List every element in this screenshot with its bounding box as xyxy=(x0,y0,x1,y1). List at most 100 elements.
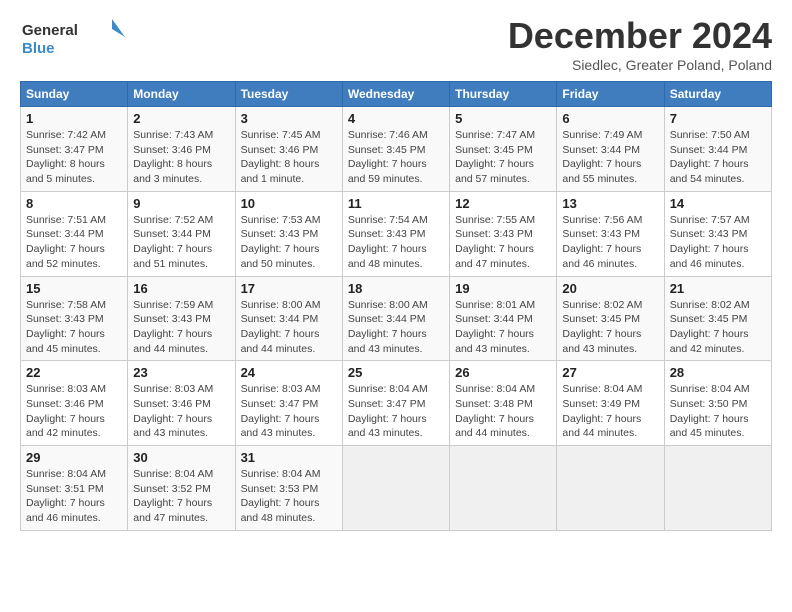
day-cell-13: 13 Sunrise: 7:56 AM Sunset: 3:43 PM Dayli… xyxy=(557,191,664,276)
day-cell-1: 1 Sunrise: 7:42 AM Sunset: 3:47 PM Daylig… xyxy=(21,107,128,192)
day-number-2: 2 xyxy=(133,111,229,126)
day-info-31: Sunrise: 8:04 AM Sunset: 3:53 PM Dayligh… xyxy=(241,467,337,526)
day-info-27: Sunrise: 8:04 AM Sunset: 3:49 PM Dayligh… xyxy=(562,382,658,441)
day-cell-24: 24 Sunrise: 8:03 AM Sunset: 3:47 PM Dayli… xyxy=(235,361,342,446)
day-cell-10: 10 Sunrise: 7:53 AM Sunset: 3:43 PM Dayli… xyxy=(235,191,342,276)
day-cell-6: 6 Sunrise: 7:49 AM Sunset: 3:44 PM Daylig… xyxy=(557,107,664,192)
day-number-16: 16 xyxy=(133,281,229,296)
day-cell-12: 12 Sunrise: 7:55 AM Sunset: 3:43 PM Dayli… xyxy=(450,191,557,276)
header-day-saturday: Saturday xyxy=(664,82,771,107)
day-info-20: Sunrise: 8:02 AM Sunset: 3:45 PM Dayligh… xyxy=(562,298,658,357)
day-number-1: 1 xyxy=(26,111,122,126)
location: Siedlec, Greater Poland, Poland xyxy=(508,57,772,73)
day-info-12: Sunrise: 7:55 AM Sunset: 3:43 PM Dayligh… xyxy=(455,213,551,272)
day-info-14: Sunrise: 7:57 AM Sunset: 3:43 PM Dayligh… xyxy=(670,213,766,272)
header-day-tuesday: Tuesday xyxy=(235,82,342,107)
month-title: December 2024 xyxy=(508,15,772,57)
day-number-12: 12 xyxy=(455,196,551,211)
header-row: SundayMondayTuesdayWednesdayThursdayFrid… xyxy=(21,82,772,107)
day-number-22: 22 xyxy=(26,365,122,380)
day-info-2: Sunrise: 7:43 AM Sunset: 3:46 PM Dayligh… xyxy=(133,128,229,187)
header-day-friday: Friday xyxy=(557,82,664,107)
day-cell-30: 30 Sunrise: 8:04 AM Sunset: 3:52 PM Dayli… xyxy=(128,446,235,531)
day-cell-21: 21Sunrise: 8:02 AM Sunset: 3:45 PM Dayli… xyxy=(664,276,771,361)
day-info-4: Sunrise: 7:46 AM Sunset: 3:45 PM Dayligh… xyxy=(348,128,444,187)
header-day-sunday: Sunday xyxy=(21,82,128,107)
day-info-17: Sunrise: 8:00 AM Sunset: 3:44 PM Dayligh… xyxy=(241,298,337,357)
day-number-30: 30 xyxy=(133,450,229,465)
day-number-20: 20 xyxy=(562,281,658,296)
title-block: December 2024 Siedlec, Greater Poland, P… xyxy=(508,15,772,73)
day-info-22: Sunrise: 8:03 AM Sunset: 3:46 PM Dayligh… xyxy=(26,382,122,441)
day-info-23: Sunrise: 8:03 AM Sunset: 3:46 PM Dayligh… xyxy=(133,382,229,441)
day-info-10: Sunrise: 7:53 AM Sunset: 3:43 PM Dayligh… xyxy=(241,213,337,272)
day-info-5: Sunrise: 7:47 AM Sunset: 3:45 PM Dayligh… xyxy=(455,128,551,187)
day-cell-28: 28 Sunrise: 8:04 AM Sunset: 3:50 PM Dayli… xyxy=(664,361,771,446)
day-cell-8: 8Sunrise: 7:51 AM Sunset: 3:44 PM Daylig… xyxy=(21,191,128,276)
day-info-24: Sunrise: 8:03 AM Sunset: 3:47 PM Dayligh… xyxy=(241,382,337,441)
day-number-3: 3 xyxy=(241,111,337,126)
day-number-14: 14 xyxy=(670,196,766,211)
day-number-8: 8 xyxy=(26,196,122,211)
day-number-27: 27 xyxy=(562,365,658,380)
day-cell-9: 9 Sunrise: 7:52 AM Sunset: 3:44 PM Daylig… xyxy=(128,191,235,276)
empty-cell xyxy=(342,446,449,531)
header-day-thursday: Thursday xyxy=(450,82,557,107)
day-info-15: Sunrise: 7:58 AM Sunset: 3:43 PM Dayligh… xyxy=(26,298,122,357)
page-header: General Blue December 2024 Siedlec, Grea… xyxy=(20,15,772,73)
day-cell-18: 18Sunrise: 8:00 AM Sunset: 3:44 PM Dayli… xyxy=(342,276,449,361)
day-info-18: Sunrise: 8:00 AM Sunset: 3:44 PM Dayligh… xyxy=(348,298,444,357)
day-number-7: 7 xyxy=(670,111,766,126)
svg-text:Blue: Blue xyxy=(22,40,55,57)
svg-text:General: General xyxy=(22,22,78,39)
day-number-21: 21 xyxy=(670,281,766,296)
calendar-table: SundayMondayTuesdayWednesdayThursdayFrid… xyxy=(20,81,772,531)
day-number-6: 6 xyxy=(562,111,658,126)
calendar-week-5: 29Sunrise: 8:04 AM Sunset: 3:51 PM Dayli… xyxy=(21,446,772,531)
day-cell-20: 20 Sunrise: 8:02 AM Sunset: 3:45 PM Dayli… xyxy=(557,276,664,361)
day-number-4: 4 xyxy=(348,111,444,126)
logo-svg: General Blue xyxy=(20,15,130,60)
day-info-13: Sunrise: 7:56 AM Sunset: 3:43 PM Dayligh… xyxy=(562,213,658,272)
day-info-1: Sunrise: 7:42 AM Sunset: 3:47 PM Dayligh… xyxy=(26,128,122,187)
day-info-6: Sunrise: 7:49 AM Sunset: 3:44 PM Dayligh… xyxy=(562,128,658,187)
day-number-10: 10 xyxy=(241,196,337,211)
day-number-29: 29 xyxy=(26,450,122,465)
day-info-30: Sunrise: 8:04 AM Sunset: 3:52 PM Dayligh… xyxy=(133,467,229,526)
day-info-7: Sunrise: 7:50 AM Sunset: 3:44 PM Dayligh… xyxy=(670,128,766,187)
day-cell-23: 23Sunrise: 8:03 AM Sunset: 3:46 PM Dayli… xyxy=(128,361,235,446)
calendar-week-4: 22 Sunrise: 8:03 AM Sunset: 3:46 PM Dayli… xyxy=(21,361,772,446)
day-cell-2: 2 Sunrise: 7:43 AM Sunset: 3:46 PM Daylig… xyxy=(128,107,235,192)
day-cell-16: 16Sunrise: 7:59 AM Sunset: 3:43 PM Dayli… xyxy=(128,276,235,361)
day-number-5: 5 xyxy=(455,111,551,126)
day-number-28: 28 xyxy=(670,365,766,380)
day-info-9: Sunrise: 7:52 AM Sunset: 3:44 PM Dayligh… xyxy=(133,213,229,272)
day-info-26: Sunrise: 8:04 AM Sunset: 3:48 PM Dayligh… xyxy=(455,382,551,441)
day-cell-25: 25Sunrise: 8:04 AM Sunset: 3:47 PM Dayli… xyxy=(342,361,449,446)
day-cell-27: 27 Sunrise: 8:04 AM Sunset: 3:49 PM Dayli… xyxy=(557,361,664,446)
calendar-body: 1 Sunrise: 7:42 AM Sunset: 3:47 PM Daylig… xyxy=(21,107,772,531)
day-info-25: Sunrise: 8:04 AM Sunset: 3:47 PM Dayligh… xyxy=(348,382,444,441)
logo: General Blue xyxy=(20,15,130,60)
calendar-week-2: 8Sunrise: 7:51 AM Sunset: 3:44 PM Daylig… xyxy=(21,191,772,276)
day-number-9: 9 xyxy=(133,196,229,211)
empty-cell xyxy=(664,446,771,531)
day-info-28: Sunrise: 8:04 AM Sunset: 3:50 PM Dayligh… xyxy=(670,382,766,441)
day-number-13: 13 xyxy=(562,196,658,211)
header-day-wednesday: Wednesday xyxy=(342,82,449,107)
day-cell-5: 5 Sunrise: 7:47 AM Sunset: 3:45 PM Daylig… xyxy=(450,107,557,192)
day-cell-17: 17Sunrise: 8:00 AM Sunset: 3:44 PM Dayli… xyxy=(235,276,342,361)
day-number-31: 31 xyxy=(241,450,337,465)
calendar-week-1: 1 Sunrise: 7:42 AM Sunset: 3:47 PM Daylig… xyxy=(21,107,772,192)
day-number-24: 24 xyxy=(241,365,337,380)
header-day-monday: Monday xyxy=(128,82,235,107)
day-cell-22: 22 Sunrise: 8:03 AM Sunset: 3:46 PM Dayli… xyxy=(21,361,128,446)
day-cell-26: 26Sunrise: 8:04 AM Sunset: 3:48 PM Dayli… xyxy=(450,361,557,446)
calendar-header: SundayMondayTuesdayWednesdayThursdayFrid… xyxy=(21,82,772,107)
day-number-11: 11 xyxy=(348,196,444,211)
empty-cell xyxy=(450,446,557,531)
day-cell-14: 14 Sunrise: 7:57 AM Sunset: 3:43 PM Dayli… xyxy=(664,191,771,276)
day-cell-19: 19Sunrise: 8:01 AM Sunset: 3:44 PM Dayli… xyxy=(450,276,557,361)
day-cell-11: 11Sunrise: 7:54 AM Sunset: 3:43 PM Dayli… xyxy=(342,191,449,276)
day-info-19: Sunrise: 8:01 AM Sunset: 3:44 PM Dayligh… xyxy=(455,298,551,357)
